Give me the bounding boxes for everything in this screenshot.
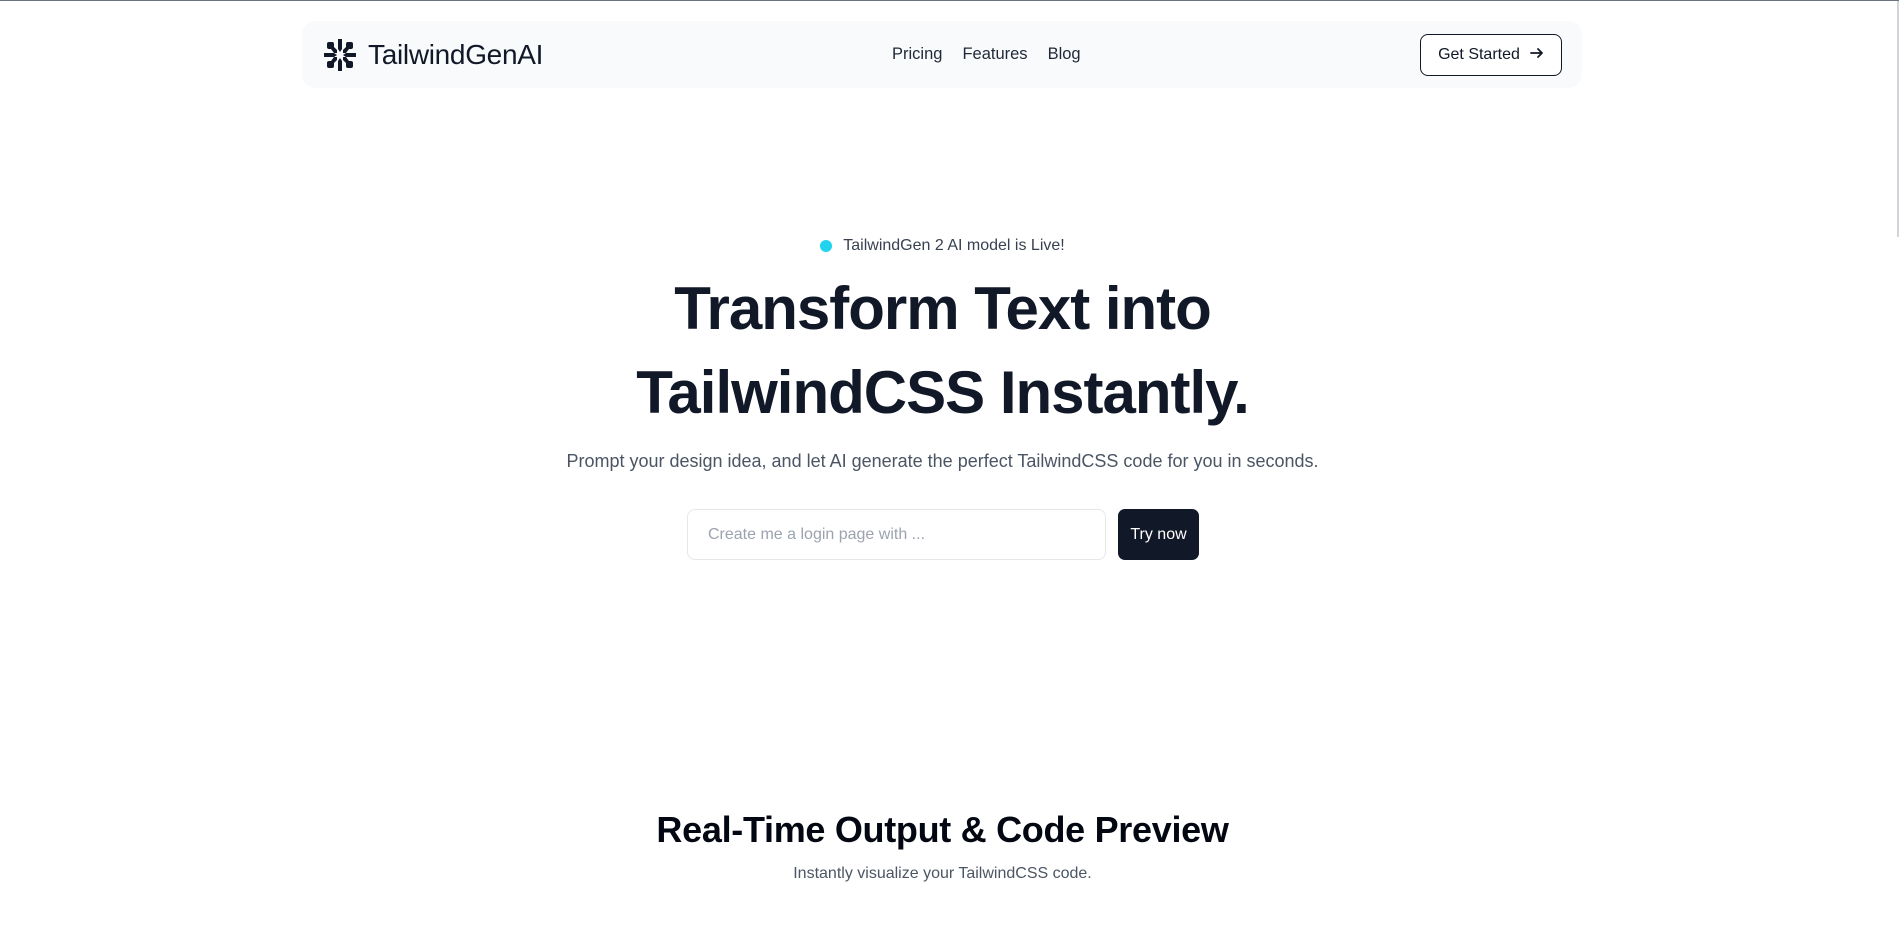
page: TailwindGenAI Pricing Features Blog Get … xyxy=(0,0,1899,952)
arrow-right-icon xyxy=(1530,47,1544,63)
prompt-input[interactable] xyxy=(687,509,1106,560)
nav-link-blog[interactable]: Blog xyxy=(1048,45,1081,64)
hero-title-line-1: Transform Text into xyxy=(674,275,1212,342)
brand-name: TailwindGenAI xyxy=(368,38,544,70)
get-started-label: Get Started xyxy=(1438,46,1520,63)
announcement-text: TailwindGen 2 AI model is Live! xyxy=(843,237,1065,254)
site-header: TailwindGenAI Pricing Features Blog Get … xyxy=(302,21,1582,88)
nav-link-features[interactable]: Features xyxy=(962,45,1027,64)
get-started-button[interactable]: Get Started xyxy=(1420,34,1562,76)
hero-title: Transform Text into TailwindCSS Instantl… xyxy=(0,267,1885,435)
brand-link[interactable]: TailwindGenAI xyxy=(322,37,543,73)
logo-icon xyxy=(322,37,358,73)
try-now-button[interactable]: Try now xyxy=(1118,509,1199,560)
announcement-badge: TailwindGen 2 AI model is Live! xyxy=(0,237,1885,255)
hero-subtitle: Prompt your design idea, and let AI gene… xyxy=(566,451,1319,471)
hero-title-line-2: TailwindCSS Instantly. xyxy=(636,359,1250,426)
preview-section-subtitle: Instantly visualize your TailwindCSS cod… xyxy=(793,865,1092,882)
main-nav: Pricing Features Blog xyxy=(892,21,1081,88)
preview-section-title: Real-Time Output & Code Preview xyxy=(656,809,1229,850)
nav-link-pricing[interactable]: Pricing xyxy=(892,45,942,64)
live-status-dot xyxy=(820,240,833,252)
